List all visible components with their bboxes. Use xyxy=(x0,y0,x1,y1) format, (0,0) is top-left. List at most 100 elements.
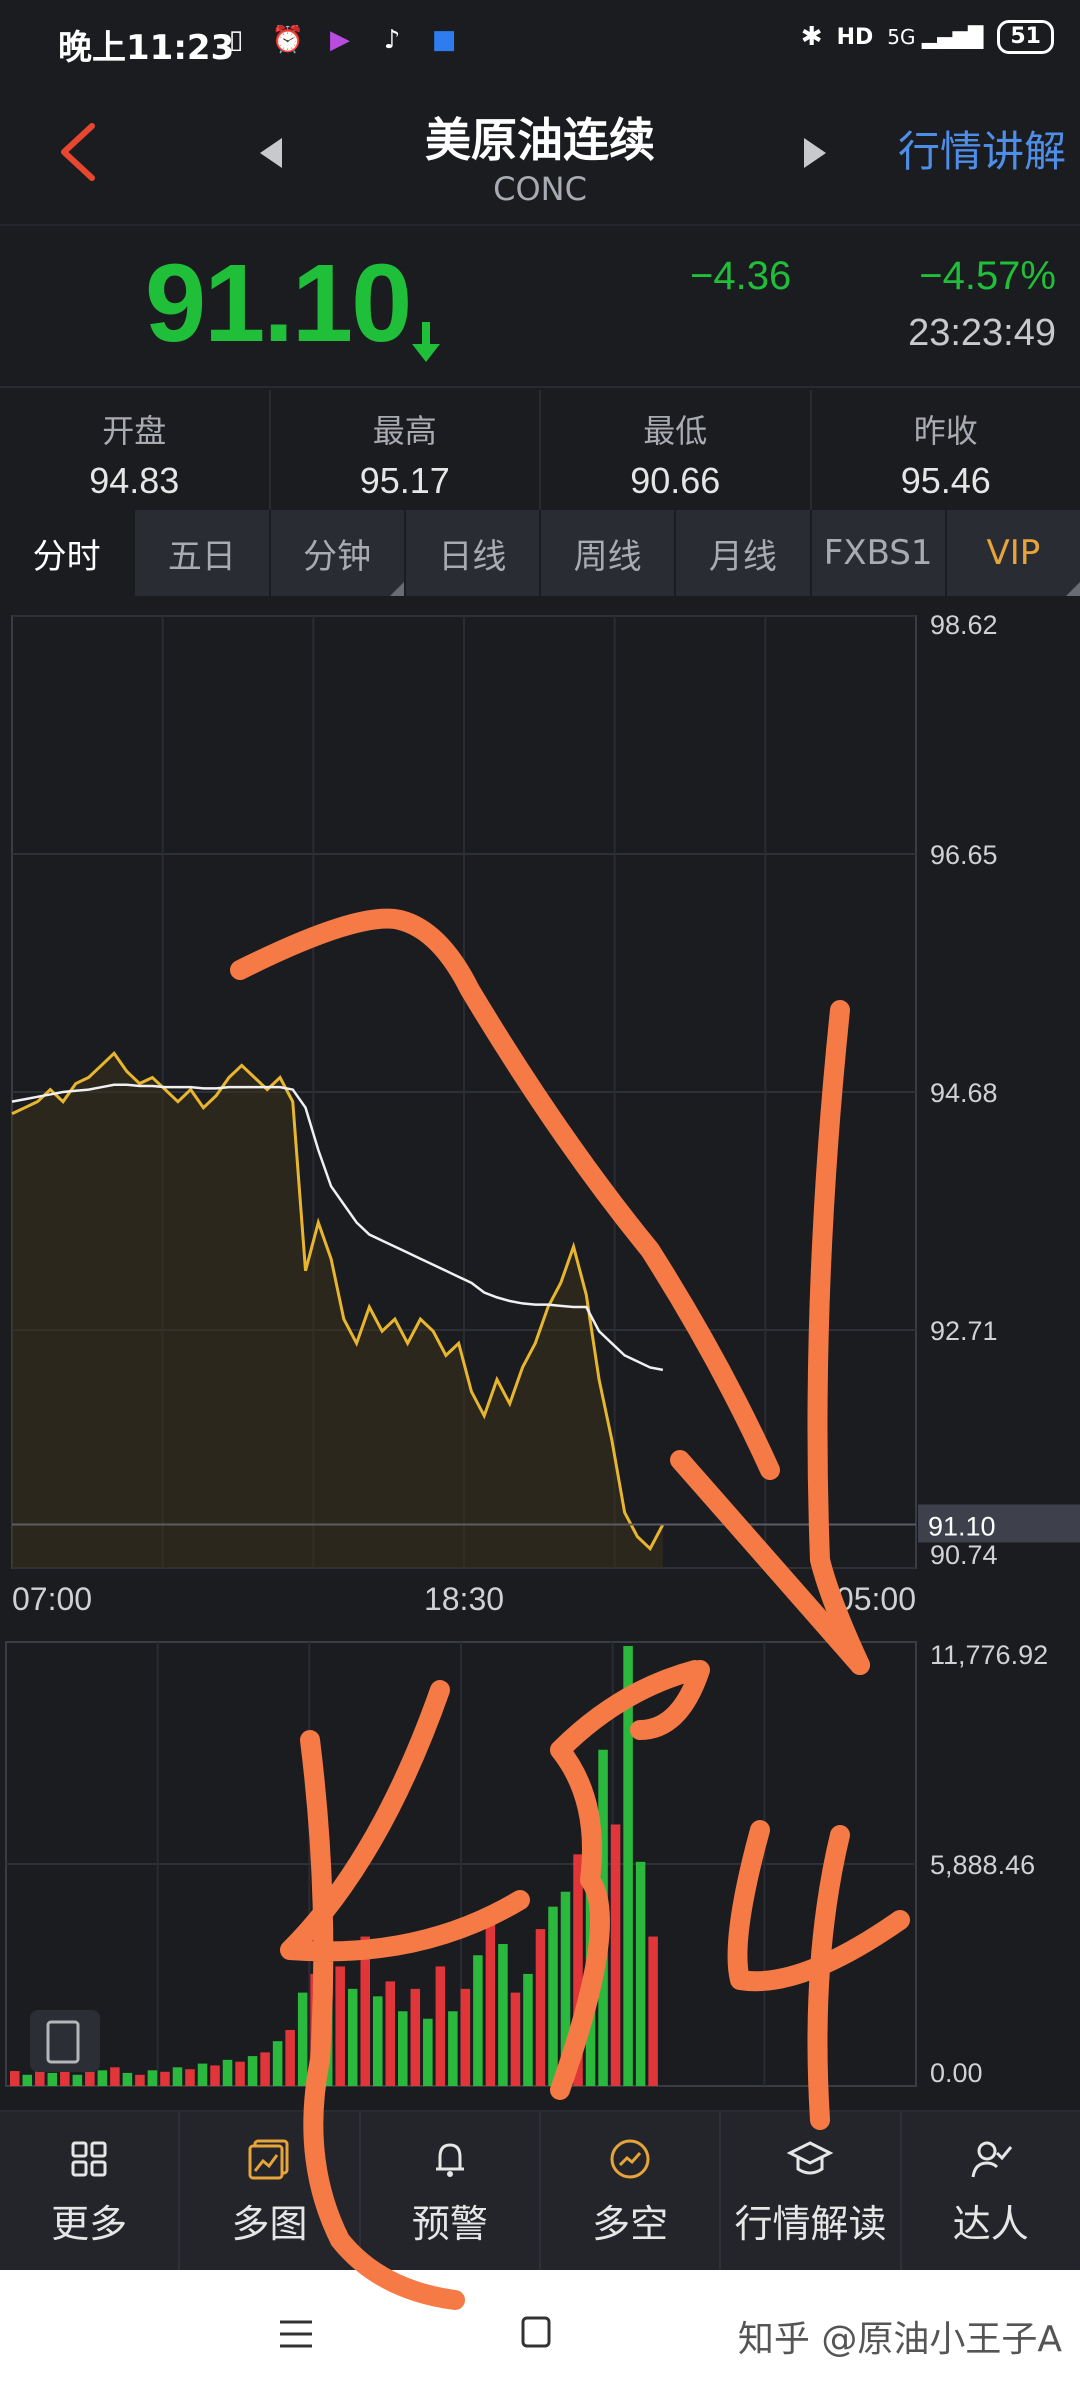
volume-bar xyxy=(235,2061,245,2086)
volume-bar xyxy=(197,2063,208,2086)
tool-label: 更多 xyxy=(51,2201,128,2246)
video-app-icon: ▶ xyxy=(330,25,350,55)
volume-bar xyxy=(585,1869,596,2086)
stat-label: 昨收 xyxy=(913,412,978,450)
volume-bar xyxy=(85,2071,95,2086)
volume-bar xyxy=(448,2011,458,2086)
volume-bar xyxy=(398,2011,408,2086)
period-tabs: 分时 五日 分钟 日线 周线 月线 FXBS1 VIP xyxy=(0,510,1080,596)
volume-bar xyxy=(122,2072,133,2086)
x-tick-label: 05:00 xyxy=(836,1581,916,1617)
volume-bar xyxy=(573,1854,583,2086)
bell-icon xyxy=(435,2142,464,2177)
vibrate-icon: ▯ xyxy=(228,25,244,55)
volume-bar xyxy=(360,1936,370,2086)
battery-indicator: 51 xyxy=(997,20,1054,54)
volume-bar xyxy=(473,1955,483,2086)
tab-label: 分钟 xyxy=(303,536,372,577)
volume-bar xyxy=(435,1966,446,2086)
volume-bar xyxy=(335,1966,345,2086)
graduate-icon xyxy=(787,2140,834,2174)
signal-icon: 5G ▂▄▆█ xyxy=(887,25,984,49)
volume-bar xyxy=(648,1936,658,2086)
volume-bar xyxy=(97,2070,108,2086)
volume-y-tick-label: 0.00 xyxy=(930,2058,983,2088)
grid-icon xyxy=(71,2141,107,2176)
volume-bar xyxy=(22,2074,33,2086)
stat-high: 最高 95.17 xyxy=(271,390,541,510)
alert-button[interactable]: 预警 xyxy=(361,2112,541,2270)
y-tick-label: 94.68 xyxy=(930,1078,998,1108)
stat-value: 95.46 xyxy=(900,460,991,501)
market-explain-link[interactable]: 行情讲解 xyxy=(898,118,1066,179)
user-check-icon xyxy=(971,2141,1012,2177)
volume-bar xyxy=(135,2074,145,2086)
y-tick-label: 90.74 xyxy=(930,1540,998,1570)
multi-chart-icon xyxy=(248,2139,289,2179)
tab-vip[interactable]: VIP xyxy=(946,510,1080,596)
volume-bar xyxy=(247,2056,258,2086)
system-nav-bar: 知乎 @原油小王子A xyxy=(0,2270,1080,2400)
price-area-fill xyxy=(12,1053,663,1568)
tab-five-day[interactable]: 五日 xyxy=(135,510,269,596)
tab-intraday[interactable]: 分时 xyxy=(0,510,134,596)
volume-bar xyxy=(260,2052,270,2086)
volume-bar xyxy=(548,1906,558,2086)
multi-chart-button[interactable]: 多图 xyxy=(180,2112,361,2270)
y-tick-label: 98.62 xyxy=(930,610,998,640)
volume-bar xyxy=(10,2071,20,2086)
watermark: 知乎 @原油小王子A xyxy=(737,2319,1062,2360)
tab-weekly[interactable]: 周线 xyxy=(541,510,675,596)
header: 美原油连续 CONC 行情讲解 xyxy=(0,86,1080,226)
volume-bar xyxy=(535,1929,546,2086)
experts-button[interactable]: 达人 xyxy=(902,2112,1080,2270)
next-contract-icon[interactable] xyxy=(794,128,834,178)
hd-icon: HD xyxy=(836,24,874,50)
price-change-pct: −4.57% xyxy=(919,254,1056,298)
volume-bar xyxy=(147,2070,158,2086)
tool-label: 多空 xyxy=(592,2201,669,2246)
stat-label: 最低 xyxy=(643,412,708,450)
long-short-button[interactable]: 多空 xyxy=(541,2112,722,2270)
last-price: 91.10 xyxy=(145,242,412,365)
volume-bar xyxy=(222,2059,233,2086)
stat-label: 开盘 xyxy=(102,412,167,450)
volume-y-tick-label: 5,888.46 xyxy=(930,1850,1035,1880)
intraday-chart[interactable]: 98.62 96.65 94.68 92.71 90.74 07:00 18:30 05:00… xyxy=(0,596,1080,2110)
volume-bar xyxy=(510,1992,521,2086)
tool-label: 行情解读 xyxy=(734,2201,887,2246)
volume-bar xyxy=(485,1917,496,2086)
market-interpret-button[interactable]: 行情解读 xyxy=(721,2112,902,2270)
volume-bar xyxy=(523,1973,533,2086)
tab-daily[interactable]: 日线 xyxy=(405,510,539,596)
chart-area[interactable]: 98.62 96.65 94.68 92.71 90.74 07:00 18:30 05:00… xyxy=(0,596,1080,2110)
stat-low: 最低 90.66 xyxy=(541,390,812,510)
stat-open: 开盘 94.83 xyxy=(0,390,271,510)
price-change: −4.36 xyxy=(690,254,792,298)
stats-row: 开盘 94.83 最高 95.17 最低 90.66 昨收 95.46 xyxy=(0,390,1080,510)
y-tick-label: 96.65 xyxy=(930,840,998,870)
tab-fxbs1[interactable]: FXBS1 xyxy=(811,510,945,596)
tab-monthly[interactable]: 月线 xyxy=(676,510,810,596)
volume-bar xyxy=(410,1988,421,2086)
volume-bar xyxy=(310,1973,320,2086)
dropdown-corner-icon xyxy=(389,582,404,596)
bluetooth-icon: ✱ xyxy=(800,22,823,52)
alarm-icon: ⏰ xyxy=(271,25,305,55)
volume-bar xyxy=(172,2067,183,2086)
status-notification-icons: ▯ ⏰ ▶ ♪ ■ xyxy=(218,22,462,58)
tool-label: 达人 xyxy=(952,2201,1029,2246)
stat-value: 95.17 xyxy=(359,460,450,501)
tab-minute[interactable]: 分钟 xyxy=(270,510,404,596)
stat-value: 90.66 xyxy=(630,460,721,501)
more-button[interactable]: 更多 xyxy=(0,2112,181,2270)
volume-bar xyxy=(297,1992,308,2086)
x-tick-label: 18:30 xyxy=(424,1581,504,1617)
stat-prev-close: 昨收 95.46 xyxy=(812,390,1080,510)
volume-bar xyxy=(372,1996,383,2086)
stat-label: 最高 xyxy=(372,412,437,450)
quote-time: 23:23:49 xyxy=(908,312,1056,354)
menu-icon[interactable] xyxy=(278,2316,314,2352)
home-icon[interactable] xyxy=(520,2314,552,2350)
volume-bar xyxy=(185,2069,195,2086)
